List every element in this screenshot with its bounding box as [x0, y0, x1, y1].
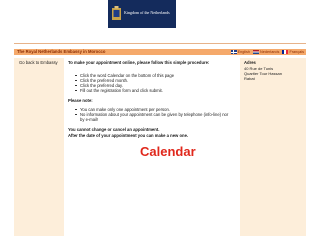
lang-dutch[interactable]: Nederlands: [253, 50, 279, 54]
notes-list: You can make only one appointment per pe…: [75, 107, 230, 122]
language-switcher: English Nederlands Français: [230, 49, 304, 55]
lang-french-label: Français: [289, 50, 304, 54]
logo: Kingdom of the Netherlands: [108, 0, 176, 28]
divider: [14, 43, 306, 44]
note-heading: Please note:: [68, 98, 93, 103]
page-title: The Royal Netherlands Embassy in Morocco: [17, 49, 106, 54]
list-item: Fill out the registration form and click…: [74, 88, 174, 93]
back-to-embassy-link[interactable]: Go back to Embassy: [19, 60, 58, 65]
lang-english[interactable]: English: [230, 50, 251, 54]
logo-text: Kingdom of the Netherlands: [124, 10, 170, 15]
lang-dutch-label: Nederlands: [260, 50, 280, 54]
intro-text: To make your appointment online, please …: [68, 60, 210, 65]
french-flag-icon: [282, 50, 289, 54]
address-line: Rabat: [244, 76, 255, 81]
warning-text: After the date of your appointment you c…: [68, 133, 189, 138]
address-title: Adres: [244, 60, 256, 65]
list-item: No information about your appointment ca…: [75, 112, 229, 122]
lang-english-label: English: [237, 50, 251, 54]
sidebar: Go back to Embassy: [14, 58, 64, 236]
warning-text: You cannot change or cancel an appointme…: [68, 127, 160, 132]
dutch-flag-icon: [253, 50, 260, 54]
address-panel: Adres 40 Rue de Tunis Quartier Tour Hass…: [240, 58, 306, 236]
coat-of-arms-icon: [112, 6, 121, 20]
calendar-link[interactable]: Calendar: [140, 144, 196, 159]
page-header: The Royal Netherlands Embassy in Morocco…: [14, 49, 306, 55]
lang-french[interactable]: Français: [282, 50, 304, 54]
procedure-list: Click the word Calendar on the bottom of…: [74, 73, 174, 93]
uk-flag-icon: [230, 50, 237, 54]
